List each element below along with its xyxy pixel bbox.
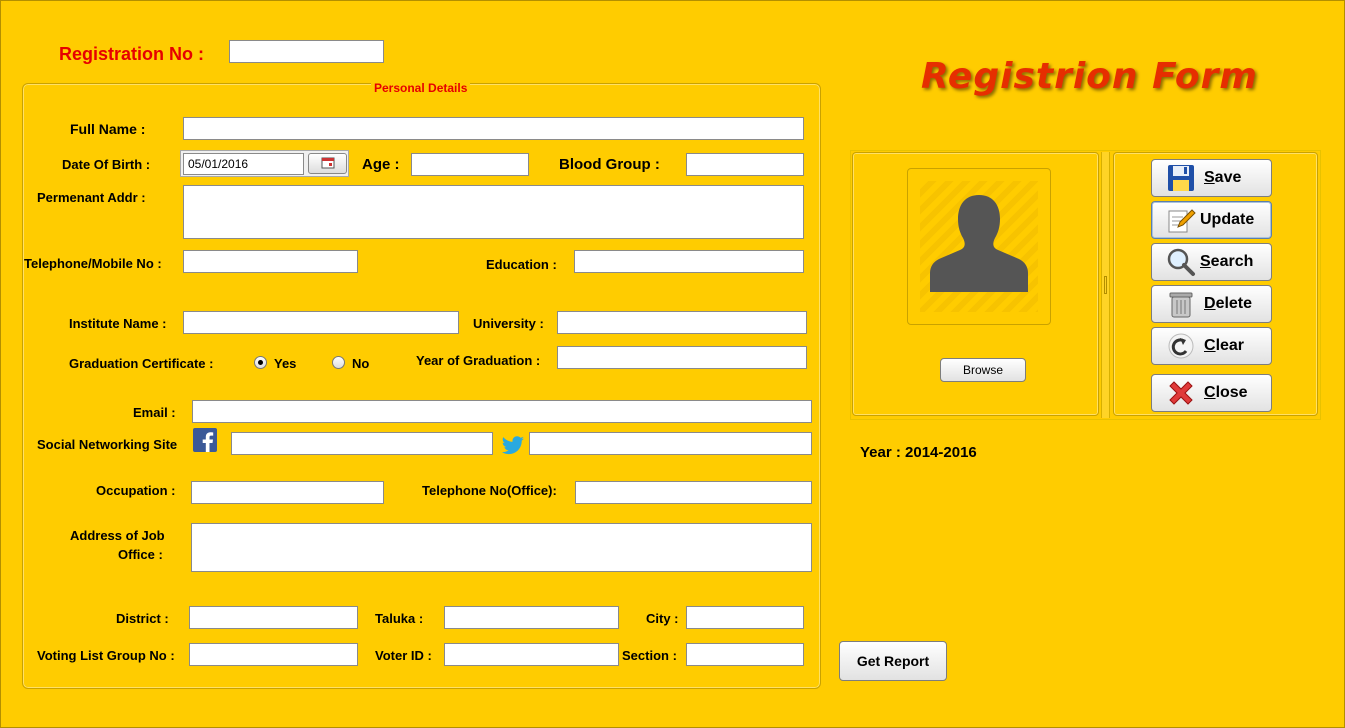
institute-label: Institute Name :: [69, 316, 167, 331]
year-of-graduation-label: Year of Graduation :: [416, 353, 541, 368]
graduation-no-label: No: [352, 356, 370, 371]
save-label: Save: [1204, 169, 1242, 186]
taluka-label: Taluka :: [375, 611, 424, 626]
taluka-input[interactable]: [444, 606, 619, 629]
year-label: Year : 2014-2016: [860, 444, 977, 461]
search-button[interactable]: Search: [1151, 243, 1272, 281]
email-label: Email :: [133, 405, 176, 420]
save-button[interactable]: Save: [1151, 159, 1272, 197]
graduation-certificate-label: Graduation Certificate :: [69, 356, 214, 371]
city-input[interactable]: [686, 606, 804, 629]
district-input[interactable]: [189, 606, 358, 629]
voter-id-label: Voter ID :: [375, 648, 432, 663]
university-input[interactable]: [557, 311, 807, 334]
twitter-input[interactable]: [529, 432, 812, 455]
registration-input[interactable]: [229, 40, 384, 63]
full-name-label: Full Name :: [70, 121, 146, 137]
close-button[interactable]: Close: [1151, 374, 1272, 412]
magnifier-icon: [1166, 247, 1196, 277]
blood-group-input[interactable]: [686, 153, 804, 176]
split-divider[interactable]: [1101, 152, 1110, 418]
job-address-input[interactable]: [191, 523, 812, 572]
dob-label: Date Of Birth :: [62, 157, 151, 172]
photo-frame: [907, 168, 1051, 325]
blood-group-label: Blood Group :: [559, 156, 660, 173]
graduation-yes-label: Yes: [274, 356, 297, 371]
permanent-address-input[interactable]: [183, 185, 804, 239]
telephone-input[interactable]: [183, 250, 358, 273]
city-label: City :: [646, 611, 679, 626]
institute-input[interactable]: [183, 311, 459, 334]
personal-details-title: Personal Details: [371, 81, 471, 95]
telephone-office-label: Telephone No(Office):: [422, 483, 557, 498]
occupation-label: Occupation :: [96, 483, 176, 498]
update-button[interactable]: Update: [1151, 201, 1272, 239]
graduation-yes-radio[interactable]: [254, 356, 267, 369]
occupation-input[interactable]: [191, 481, 384, 504]
telephone-label: Telephone/Mobile No :: [24, 256, 162, 271]
age-label: Age :: [362, 156, 400, 173]
voting-group-input[interactable]: [189, 643, 358, 666]
twitter-bird-icon: [501, 435, 525, 457]
clear-label: Clear: [1204, 337, 1245, 354]
social-networking-label: Social Networking Site: [37, 437, 178, 452]
job-address-label-line1: Address of Job: [70, 528, 165, 543]
calendar-button[interactable]: [308, 153, 347, 174]
delete-label: Delete: [1204, 295, 1253, 312]
floppy-disk-icon: [1166, 163, 1196, 193]
form-title: Registrion Form: [921, 56, 1258, 97]
clear-button[interactable]: Clear: [1151, 327, 1272, 365]
edit-pencil-icon: [1166, 205, 1196, 235]
update-label: Update: [1200, 211, 1255, 228]
section-label: Section :: [622, 648, 677, 663]
university-label: University :: [473, 316, 544, 331]
trash-can-icon: [1166, 289, 1196, 319]
get-report-button[interactable]: Get Report: [839, 641, 947, 681]
undo-arrow-icon: [1166, 331, 1196, 361]
divider-grip: [1104, 276, 1107, 294]
email-input[interactable]: [192, 400, 812, 423]
section-input[interactable]: [686, 643, 804, 666]
age-input[interactable]: [411, 153, 529, 176]
facebook-input[interactable]: [231, 432, 493, 455]
district-label: District :: [116, 611, 169, 626]
calendar-icon: [321, 156, 335, 172]
search-label: Search: [1200, 253, 1254, 270]
education-label: Education :: [486, 257, 557, 272]
delete-button[interactable]: Delete: [1151, 285, 1272, 323]
job-address-label-line2: Office :: [118, 547, 163, 562]
telephone-office-input[interactable]: [575, 481, 812, 504]
graduation-no-radio[interactable]: [332, 356, 345, 369]
full-name-input[interactable]: [183, 117, 804, 140]
registration-label: Registration No :: [59, 44, 205, 64]
education-input[interactable]: [574, 250, 804, 273]
browse-button[interactable]: Browse: [940, 358, 1026, 382]
red-x-icon: [1166, 378, 1196, 408]
close-label: Close: [1204, 384, 1248, 401]
permanent-address-label: Permenant Addr :: [37, 190, 146, 205]
facebook-icon: [193, 428, 217, 452]
voting-group-label: Voting List Group No :: [37, 648, 175, 663]
voter-id-input[interactable]: [444, 643, 619, 666]
dob-input[interactable]: [183, 153, 304, 175]
year-of-graduation-input[interactable]: [557, 346, 807, 369]
user-silhouette-icon: [920, 181, 1038, 312]
